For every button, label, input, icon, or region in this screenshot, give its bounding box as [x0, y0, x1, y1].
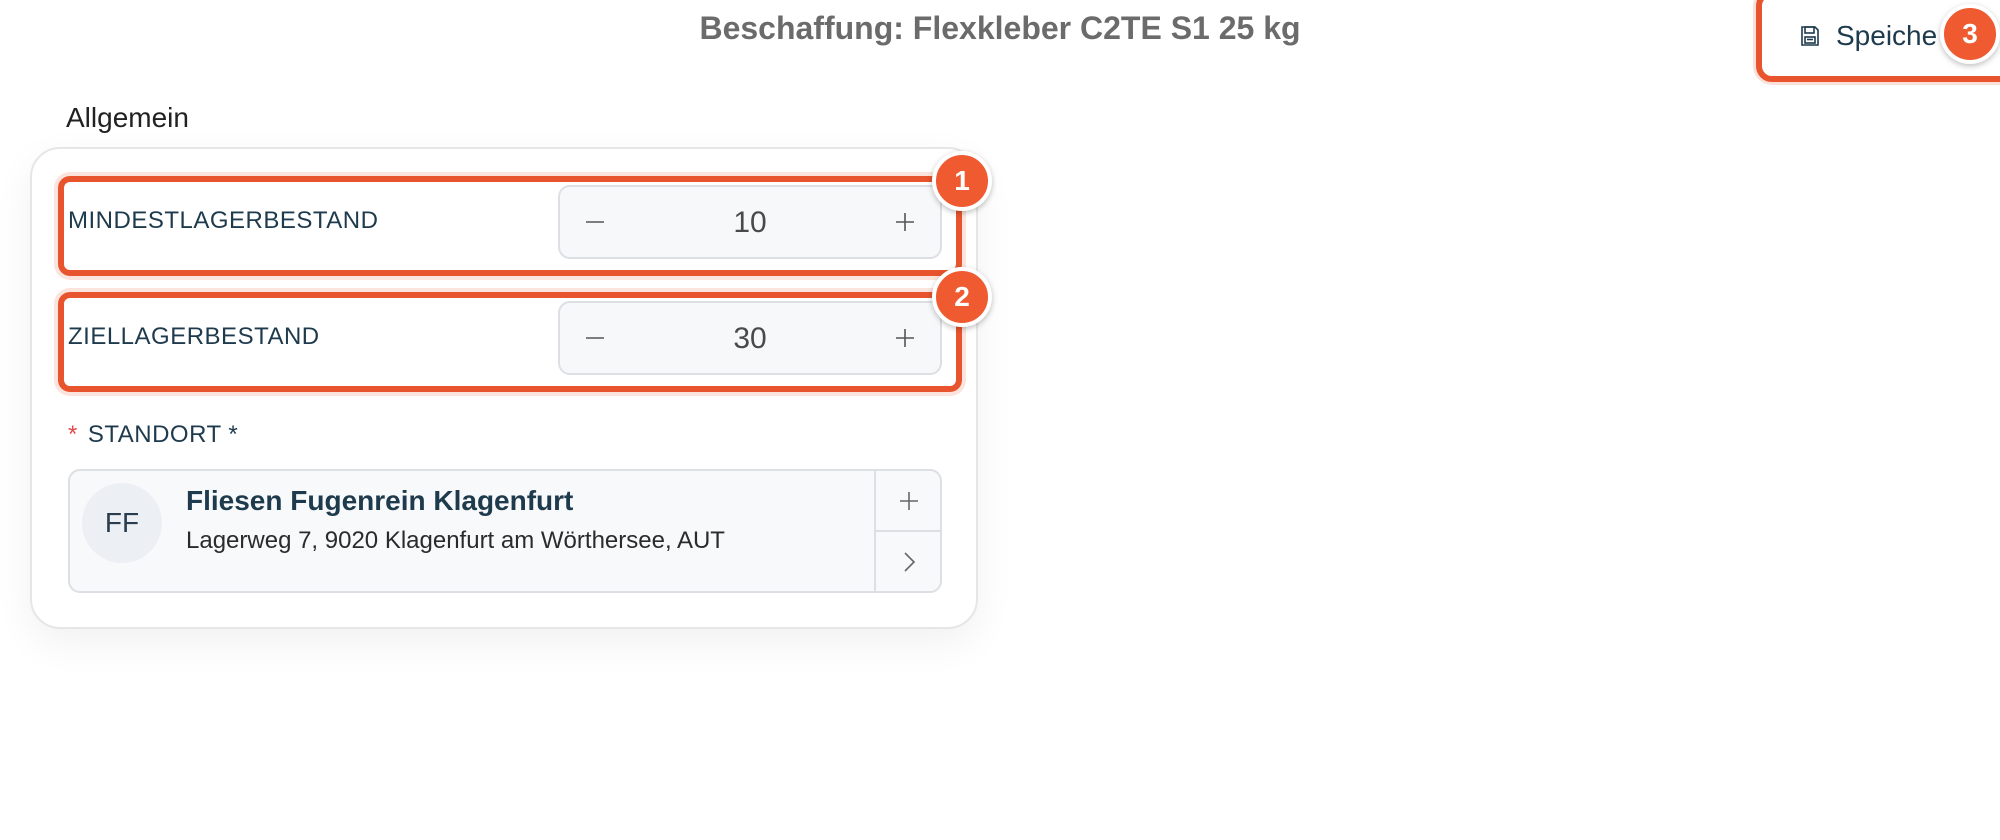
plus-icon: [896, 329, 914, 347]
target-stock-stepper: [558, 301, 942, 375]
annotation-badge-3: 3: [1940, 4, 2000, 64]
location-label-text: STANDORT *: [87, 421, 239, 448]
location-name: Fliesen Fugenrein Klagenfurt: [186, 485, 574, 516]
target-stock-input[interactable]: [630, 303, 870, 375]
location-card[interactable]: FF Fliesen Fugenrein Klagenfurt Lagerweg…: [68, 469, 942, 593]
required-marker: *: [68, 421, 78, 448]
open-location-button[interactable]: [876, 532, 942, 591]
plus-icon: [900, 491, 918, 510]
annotation-badge-1: 1: [932, 151, 992, 211]
page: Beschaffung: Flexkleber C2TE S1 25 kg Sp…: [0, 0, 2000, 840]
target-stock-label: ZIELLAGERBESTAND: [68, 323, 320, 350]
min-stock-increment-button[interactable]: [870, 187, 940, 257]
annotation-badge-2: 2: [932, 267, 992, 327]
location-label: * STANDORT *: [68, 418, 238, 452]
plus-icon: [896, 213, 914, 231]
floppy-disk-icon: [1798, 24, 1822, 48]
minus-icon: [586, 337, 604, 339]
save-button-label: Speiche: [1836, 20, 1938, 51]
minus-icon: [586, 221, 604, 223]
location-actions: [874, 471, 942, 591]
target-stock-increment-button[interactable]: [870, 303, 940, 373]
page-title: Beschaffung: Flexkleber C2TE S1 25 kg: [699, 10, 1301, 46]
avatar: FF: [82, 483, 162, 563]
chevron-right-icon: [904, 551, 916, 572]
save-button[interactable]: Speiche: [1798, 20, 1937, 52]
section-heading-allgemein: Allgemein: [66, 102, 189, 133]
min-stock-label: MINDESTLAGERBESTAND: [68, 207, 379, 234]
min-stock-stepper: [558, 185, 942, 259]
min-stock-decrement-button[interactable]: [560, 187, 630, 257]
add-location-button[interactable]: [876, 471, 942, 532]
min-stock-input[interactable]: [630, 187, 870, 259]
location-address: Lagerweg 7, 9020 Klagenfurt am Wörtherse…: [186, 527, 725, 554]
target-stock-decrement-button[interactable]: [560, 303, 630, 373]
